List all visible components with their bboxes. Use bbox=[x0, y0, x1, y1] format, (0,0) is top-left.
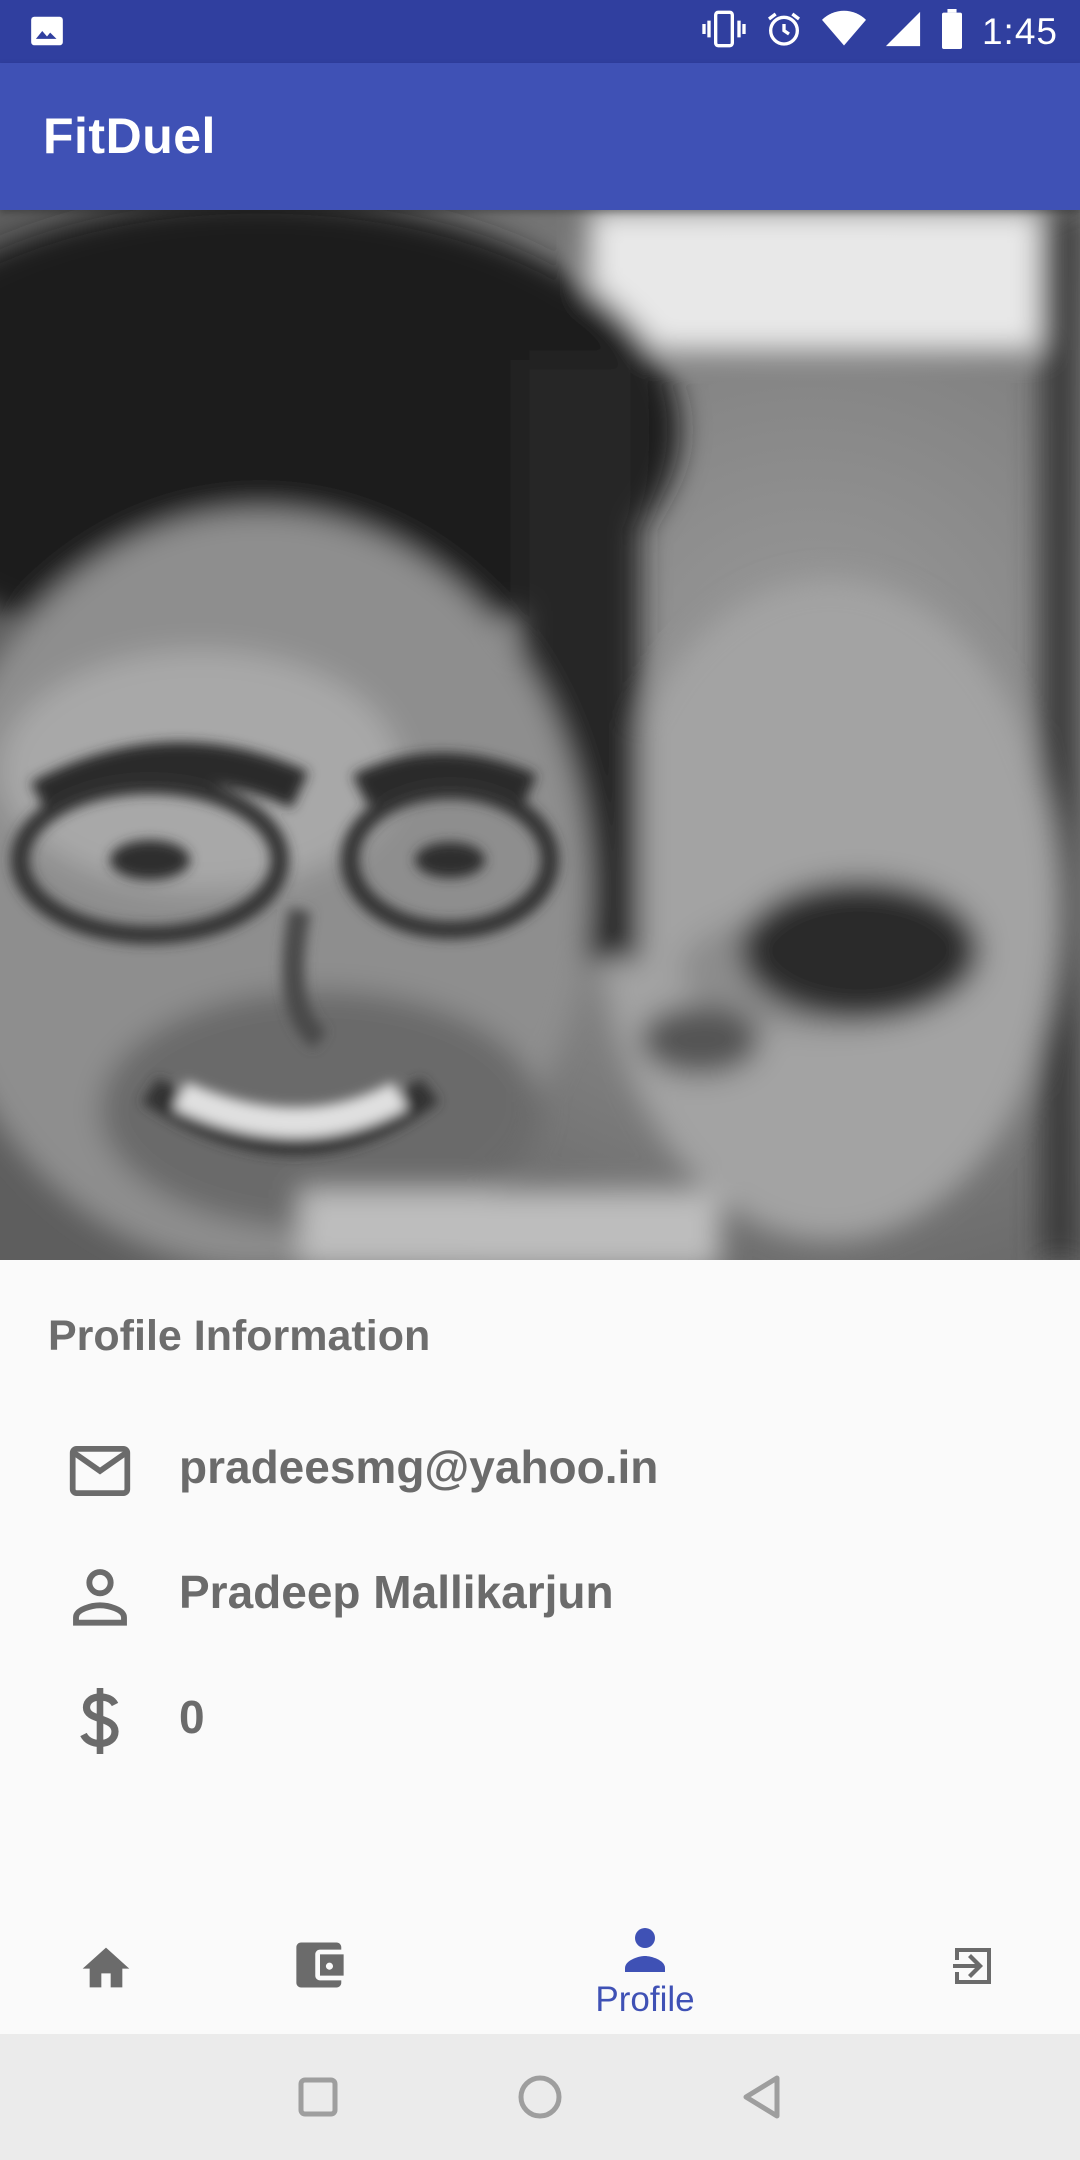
nav-wallet[interactable] bbox=[230, 1888, 410, 2034]
name-value: Pradeep Mallikarjun bbox=[179, 1566, 614, 1618]
nav-logout[interactable] bbox=[883, 1888, 1063, 2034]
vibrate-icon bbox=[702, 9, 746, 54]
back-icon[interactable] bbox=[725, 2060, 799, 2134]
recents-icon[interactable] bbox=[281, 2060, 355, 2134]
nav-profile-label: Profile bbox=[595, 1980, 695, 2019]
balance-value: 0 bbox=[179, 1691, 205, 1743]
cell-signal-icon bbox=[884, 10, 922, 53]
dollar-icon bbox=[62, 1688, 138, 1754]
home-circle-icon[interactable] bbox=[503, 2060, 577, 2134]
clock-time: 1:45 bbox=[981, 10, 1058, 52]
status-bar: 1:45 bbox=[0, 0, 1080, 63]
profile-photo bbox=[0, 210, 1080, 1260]
app-bar: FitDuel bbox=[0, 63, 1080, 210]
person-icon bbox=[621, 1924, 669, 1977]
wallet-icon bbox=[294, 1940, 346, 1995]
app-title: FitDuel bbox=[43, 108, 216, 164]
nav-profile[interactable]: Profile bbox=[555, 1888, 735, 2034]
email-value: pradeesmg@yahoo.in bbox=[179, 1441, 659, 1493]
name-row: Pradeep Mallikarjun bbox=[0, 1541, 1080, 1651]
battery-icon bbox=[940, 9, 964, 54]
home-icon bbox=[78, 1940, 134, 1993]
logout-icon bbox=[949, 1942, 997, 1995]
mail-icon bbox=[62, 1438, 138, 1504]
balance-row: 0 bbox=[0, 1666, 1080, 1776]
profile-info-heading: Profile Information bbox=[48, 1312, 431, 1360]
email-row: pradeesmg@yahoo.in bbox=[0, 1416, 1080, 1526]
system-navigation-bar bbox=[0, 2034, 1080, 2160]
alarm-icon bbox=[764, 9, 804, 54]
person-outline-icon bbox=[62, 1563, 138, 1629]
image-notification-icon bbox=[28, 12, 66, 55]
bottom-navigation: Profile bbox=[0, 1888, 1080, 2034]
nav-home[interactable] bbox=[16, 1888, 196, 2034]
wifi-icon bbox=[821, 10, 866, 53]
